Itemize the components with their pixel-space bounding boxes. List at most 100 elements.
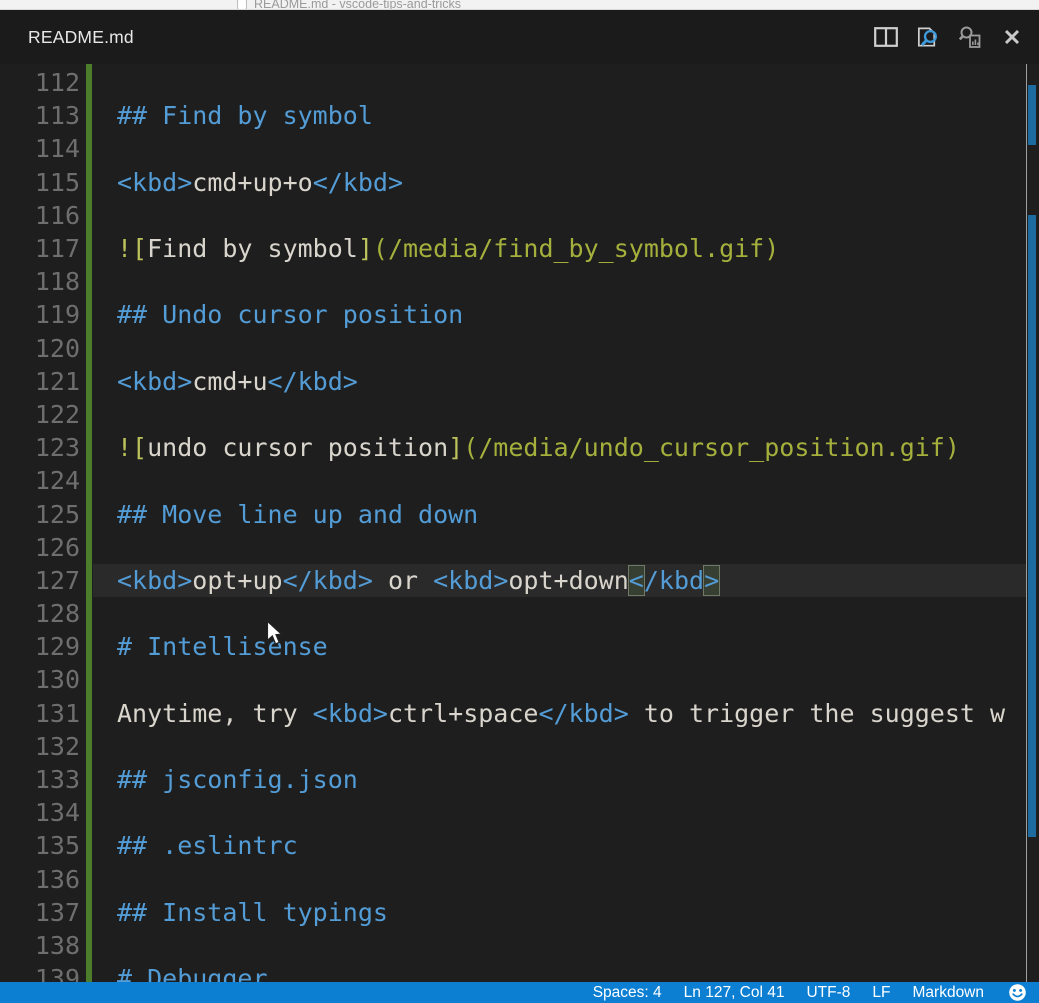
code-line[interactable]: 125 ## Move line up and down xyxy=(0,497,1039,530)
line-number[interactable]: 129 xyxy=(0,632,80,661)
code-line[interactable]: 134 xyxy=(0,796,1039,829)
line-number[interactable]: 115 xyxy=(0,168,80,197)
code-line[interactable]: 137 ## Install typings xyxy=(0,896,1039,929)
code-line[interactable]: 133 ## jsconfig.json xyxy=(0,763,1039,796)
code-line[interactable]: 116 xyxy=(0,199,1039,232)
code-lines: 112 113 ## Find by symbol 114 115 <kbd>cmd+up… xyxy=(0,66,1039,982)
code-text: # Debugger xyxy=(117,964,268,982)
line-number[interactable]: 117 xyxy=(0,234,80,263)
line-number[interactable]: 130 xyxy=(0,665,80,694)
code-line[interactable]: 119 ## Undo cursor position xyxy=(0,298,1039,331)
code-token: /kbd xyxy=(644,566,704,595)
code-text: ## jsconfig.json xyxy=(117,765,358,794)
code-line[interactable]: 124 xyxy=(0,464,1039,497)
code-token: ## Find by symbol xyxy=(117,101,373,130)
line-number[interactable]: 120 xyxy=(0,334,80,363)
code-token: </kbd> xyxy=(313,168,403,197)
line-number[interactable]: 137 xyxy=(0,898,80,927)
code-line[interactable]: 112 xyxy=(0,66,1039,99)
line-number[interactable]: 119 xyxy=(0,300,80,329)
code-line[interactable]: 127 <kbd>opt+up</kbd> or <kbd>opt+down</k… xyxy=(0,564,1039,597)
code-line[interactable]: 120 xyxy=(0,332,1039,365)
line-number[interactable]: 124 xyxy=(0,466,80,495)
line-number[interactable]: 134 xyxy=(0,798,80,827)
split-editor-icon[interactable] xyxy=(873,24,899,50)
code-token: ## Move line up and down xyxy=(117,500,478,529)
code-token: <kbd> xyxy=(117,168,192,197)
line-number[interactable]: 126 xyxy=(0,533,80,562)
line-number[interactable]: 122 xyxy=(0,400,80,429)
code-token: <kbd> xyxy=(117,367,192,396)
code-line[interactable]: 135 ## .eslintrc xyxy=(0,829,1039,862)
code-line[interactable]: 128 xyxy=(0,597,1039,630)
code-token: </kbd> xyxy=(268,367,358,396)
code-token: # Debugger xyxy=(117,964,268,982)
line-number[interactable]: 123 xyxy=(0,433,80,462)
overview-ruler[interactable] xyxy=(1026,64,1039,982)
code-text: <kbd>cmd+u</kbd> xyxy=(117,367,358,396)
status-cursor-position[interactable]: Ln 127, Col 41 xyxy=(684,984,785,1002)
line-number[interactable]: 135 xyxy=(0,831,80,860)
code-line[interactable]: 113 ## Find by symbol xyxy=(0,99,1039,132)
open-preview-icon[interactable] xyxy=(915,24,941,50)
status-eol[interactable]: LF xyxy=(872,984,890,1002)
code-line[interactable]: 132 xyxy=(0,730,1039,763)
code-line[interactable]: 118 xyxy=(0,265,1039,298)
code-text: Anytime, try <kbd>ctrl+space</kbd> to tr… xyxy=(117,699,1005,728)
editor-title-bar: README.md xyxy=(0,10,1039,64)
code-token: </kbd> xyxy=(538,699,628,728)
code-line[interactable]: 131 Anytime, try <kbd>ctrl+space</kbd> to… xyxy=(0,697,1039,730)
line-number[interactable]: 121 xyxy=(0,367,80,396)
code-line[interactable]: 121 <kbd>cmd+u</kbd> xyxy=(0,365,1039,398)
code-line[interactable]: 126 xyxy=(0,531,1039,564)
code-line[interactable]: 123![undo cursor position](/media/undo_c… xyxy=(0,431,1039,464)
code-line[interactable]: 114 xyxy=(0,132,1039,165)
line-number[interactable]: 138 xyxy=(0,931,80,960)
code-line[interactable]: 138 xyxy=(0,929,1039,962)
code-token: ] xyxy=(448,433,463,462)
code-token: ## Undo cursor position xyxy=(117,300,463,329)
code-line[interactable]: 122 xyxy=(0,398,1039,431)
line-number[interactable]: 128 xyxy=(0,599,80,628)
code-text: ![Find by symbol](/media/find_by_symbol.… xyxy=(117,234,779,263)
line-number[interactable]: 116 xyxy=(0,201,80,230)
code-line[interactable]: 129# Intellisense xyxy=(0,630,1039,663)
code-text: ## Find by symbol xyxy=(117,101,373,130)
line-number[interactable]: 136 xyxy=(0,865,80,894)
line-number[interactable]: 113 xyxy=(0,101,80,130)
scrollbar-thumb[interactable] xyxy=(1028,215,1036,837)
line-number[interactable]: 118 xyxy=(0,267,80,296)
close-editor-icon[interactable] xyxy=(999,24,1025,50)
code-line[interactable]: 130 xyxy=(0,663,1039,696)
status-encoding[interactable]: UTF-8 xyxy=(806,984,850,1002)
code-line[interactable]: 115 <kbd>cmd+up+o</kbd> xyxy=(0,166,1039,199)
code-text: <kbd>opt+up</kbd> or <kbd>opt+down</kbd> xyxy=(117,566,719,595)
code-text: ## Install typings xyxy=(117,898,388,927)
code-line[interactable]: 136 xyxy=(0,863,1039,896)
smiley-icon[interactable] xyxy=(1008,983,1027,1002)
code-text: ## .eslintrc xyxy=(117,831,298,860)
code-text: <kbd>cmd+up+o</kbd> xyxy=(117,168,403,197)
code-line[interactable]: 117 ![Find by symbol](/media/find_by_symb… xyxy=(0,232,1039,265)
code-token: (/media/find_by_symbol.gif) xyxy=(373,234,779,263)
line-number[interactable]: 133 xyxy=(0,765,80,794)
code-token: ## .eslintrc xyxy=(117,831,298,860)
code-token: ctrl+space xyxy=(388,699,539,728)
code-text: ## Undo cursor position xyxy=(117,300,463,329)
line-number[interactable]: 127 xyxy=(0,566,80,595)
line-number[interactable]: 139 xyxy=(0,964,80,982)
line-number[interactable]: 132 xyxy=(0,732,80,761)
code-token: cmd+u xyxy=(192,367,267,396)
code-line[interactable]: 139 # Debugger xyxy=(0,962,1039,982)
preview-source-icon[interactable] xyxy=(957,24,983,50)
line-number[interactable]: 125 xyxy=(0,500,80,529)
line-number[interactable]: 131 xyxy=(0,699,80,728)
line-number[interactable]: 114 xyxy=(0,134,80,163)
code-text: ## Move line up and down xyxy=(117,500,478,529)
macos-window-title: README.md - vscode-tips-and-tricks xyxy=(254,0,461,10)
status-indentation[interactable]: Spaces: 4 xyxy=(593,984,662,1002)
code-token: undo cursor position xyxy=(147,433,448,462)
line-number[interactable]: 112 xyxy=(0,68,80,97)
editor-pane[interactable]: 112 113 ## Find by symbol 114 115 <kbd>cmd+up… xyxy=(0,64,1039,982)
status-language[interactable]: Markdown xyxy=(913,984,985,1002)
